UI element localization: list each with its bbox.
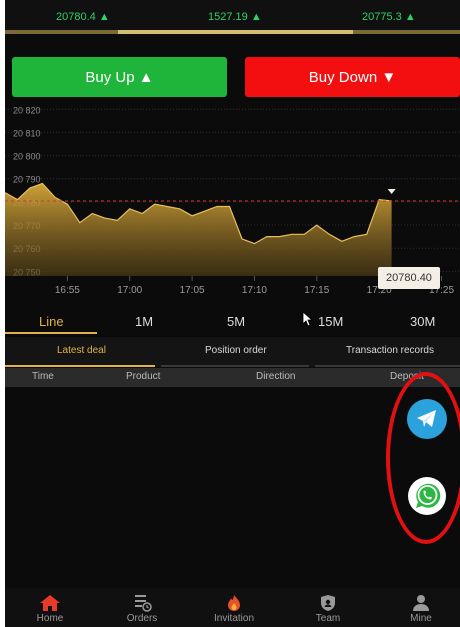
x-tick-label: 17:15 [304, 285, 329, 296]
nav-invitation[interactable]: Invitation [194, 590, 274, 627]
nav-mine-label: Mine [410, 613, 432, 624]
ticker-value: 1527.19 [208, 11, 248, 23]
highlight-ring-annotation [386, 372, 460, 544]
ticker-scroll-track [353, 30, 460, 34]
price-chart[interactable]: 20 82020 81020 80020 79020 78020 77020 7… [5, 100, 460, 305]
buy-down-button[interactable]: Buy Down ▼ [245, 57, 460, 97]
y-tick-label: 20 790 [13, 175, 41, 185]
timeframe-30m[interactable]: 30M [410, 314, 435, 329]
ticker-item[interactable]: 20775.3 ▲ [362, 11, 416, 23]
timeframe-line[interactable]: Line [39, 314, 64, 329]
nav-team[interactable]: Team [288, 590, 368, 627]
x-tick-label: 17:10 [242, 285, 267, 296]
column-header-product: Product [126, 371, 161, 382]
up-arrow-icon: ▲ [250, 11, 262, 23]
column-header-time: Time [32, 371, 54, 382]
timeframe-1m[interactable]: 1M [135, 314, 153, 329]
ticker-scroll-indicator[interactable] [118, 30, 353, 34]
x-tick-label: 17:00 [117, 285, 142, 296]
timeframe-5m[interactable]: 5M [227, 314, 245, 329]
buy-up-label: Buy Up ▲ [85, 68, 154, 86]
y-tick-label: 20 810 [13, 128, 41, 138]
x-tick-label: 17:05 [180, 285, 205, 296]
ticker-item[interactable]: 1527.19 ▲ [208, 11, 262, 23]
x-tick-label: 16:55 [55, 285, 80, 296]
record-tab-divider [315, 365, 460, 367]
up-arrow-icon: ▲ [404, 11, 416, 23]
nav-invitation-label: Invitation [213, 613, 255, 624]
timeframe-active-indicator [5, 332, 97, 334]
record-tab-active-indicator [5, 365, 155, 367]
user-icon [413, 595, 429, 611]
tooltip-pointer [387, 189, 396, 194]
cursor-pointer-icon [302, 311, 314, 327]
nav-team-label: Team [315, 613, 341, 624]
current-price-tooltip: 20780.40 [378, 267, 440, 289]
ticker-item[interactable]: 20780.4 ▲ [56, 11, 110, 23]
column-header-direction: Direction [256, 371, 296, 382]
y-tick-label: 20 800 [13, 152, 41, 162]
price-area [5, 183, 392, 276]
buy-up-button[interactable]: Buy Up ▲ [12, 57, 227, 97]
timeframe-15m[interactable]: 15M [318, 314, 343, 329]
tab-transaction-records[interactable]: Transaction records [346, 345, 434, 356]
orders-icon [135, 595, 152, 612]
nav-orders[interactable]: Orders [102, 590, 182, 627]
price-ticker: 20780.4 ▲ 1527.19 ▲ 20775.3 ▲ [5, 0, 460, 34]
ticker-value: 20780.4 [56, 11, 96, 23]
up-arrow-icon: ▲ [98, 11, 110, 23]
nav-home[interactable]: Home [10, 590, 90, 627]
tab-latest-deal[interactable]: Latest deal [57, 345, 106, 356]
trading-app: 20780.4 ▲ 1527.19 ▲ 20775.3 ▲ Buy Up ▲ B… [5, 0, 460, 627]
shield-icon [321, 595, 335, 611]
ticker-value: 20775.3 [362, 11, 402, 23]
current-price-label: 20780.40 [386, 272, 432, 284]
buy-down-label: Buy Down ▼ [308, 68, 397, 86]
ticker-scroll-track [5, 30, 118, 34]
nav-orders-label: Orders [126, 613, 158, 624]
nav-home-label: Home [36, 613, 64, 624]
fire-icon [228, 595, 240, 611]
nav-mine[interactable]: Mine [381, 590, 460, 627]
record-tab-divider [161, 365, 309, 367]
tab-position-order[interactable]: Position order [205, 345, 267, 356]
home-icon [40, 595, 60, 611]
y-tick-label: 20 820 [13, 105, 41, 115]
